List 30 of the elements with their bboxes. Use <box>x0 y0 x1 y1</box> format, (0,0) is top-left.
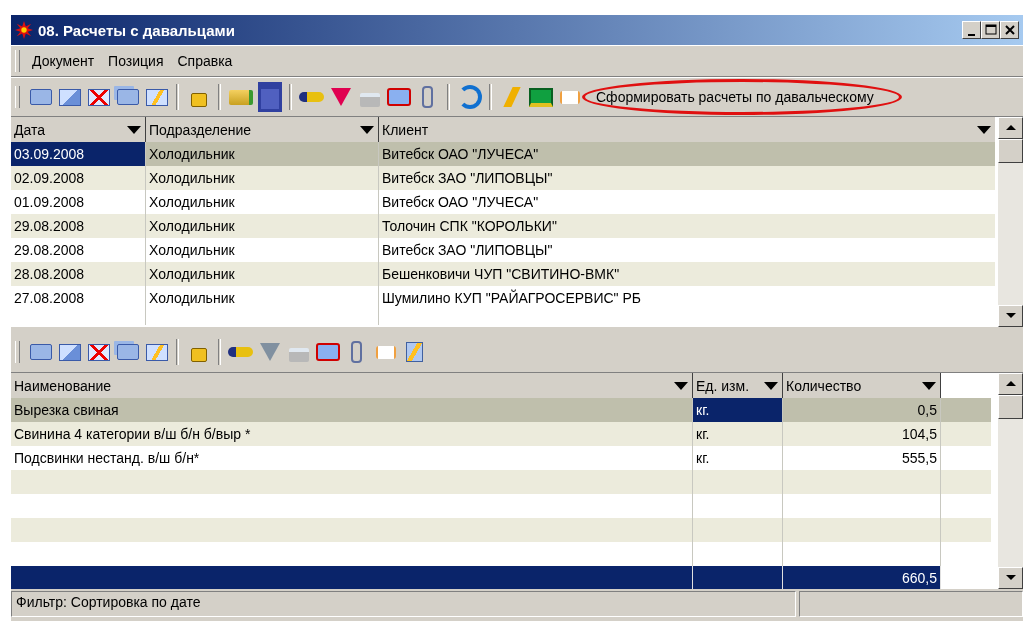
table-row[interactable]: 02.09.2008 Холодильник Витебск ЗАО "ЛИПОВЦЫ" <box>11 166 995 190</box>
menu-item[interactable]: Справка <box>171 53 241 69</box>
column-header[interactable]: Ед. изм. <box>693 373 783 398</box>
generate-button[interactable]: Сформировать расчеты по давальческому <box>590 85 880 109</box>
table-row[interactable]: 29.08.2008 Холодильник Толочин СПК "КОРОЛЬКИ" <box>11 214 995 238</box>
close-button[interactable] <box>1000 21 1019 39</box>
table-row[interactable]: 03.09.2008 Холодильник Витебск ОАО "ЛУЧЕСА" <box>11 142 995 166</box>
table-row[interactable]: Свинина 4 категории в/ш б/н б/выр * кг. 104,5 <box>11 422 991 446</box>
table-row[interactable]: 28.08.2008 Холодильник Бешенковичи ЧУП "СВИТИНО-ВМК" <box>11 262 995 286</box>
status-text: Фильтр: Сортировка по дате <box>11 591 796 617</box>
column-header[interactable]: Клиент <box>379 117 995 142</box>
column-header[interactable]: Дата <box>11 117 146 142</box>
maximize-icon <box>983 23 998 37</box>
column-header[interactable]: Подразделение <box>146 117 379 142</box>
minimize-icon <box>968 33 975 36</box>
table-cell: кг. <box>693 398 783 422</box>
table-row[interactable]: Вырезка свиная кг. 0,5 <box>11 398 991 422</box>
maximize-button[interactable] <box>981 21 1000 39</box>
total-cell: 660,5 <box>783 566 941 589</box>
star-icon <box>15 21 33 39</box>
menu-item[interactable]: Документ <box>26 53 103 69</box>
close-icon <box>1002 23 1017 37</box>
column-header[interactable]: Количество <box>783 373 941 398</box>
table-cell: 03.09.2008 <box>11 142 146 166</box>
window-title: 08. Расчеты с давальцами <box>38 21 235 39</box>
menu-item[interactable]: Позиция <box>102 53 172 69</box>
scrollbar[interactable] <box>998 373 1023 589</box>
column-header[interactable]: Наименование <box>11 373 693 398</box>
minimize-button[interactable] <box>962 21 981 39</box>
scrollbar[interactable] <box>998 117 1023 327</box>
